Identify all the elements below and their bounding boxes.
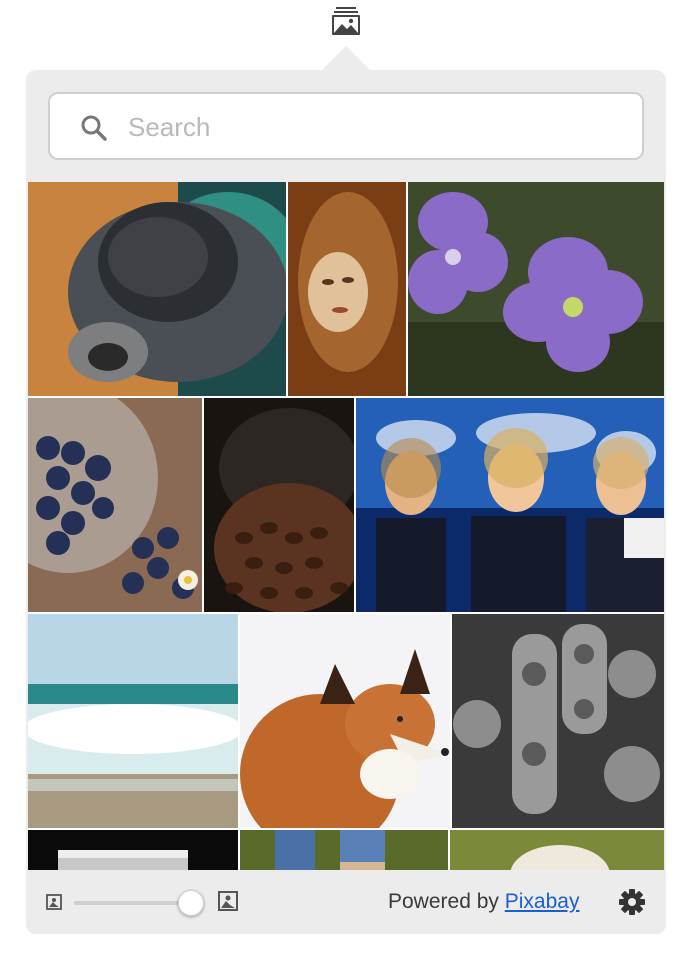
image-grid	[28, 182, 664, 870]
search-box[interactable]	[48, 92, 644, 160]
powered-by-text: Powered by Pixabay	[388, 890, 579, 914]
gear-icon[interactable]	[618, 888, 646, 916]
image-call-center[interactable]	[356, 398, 664, 612]
popover-arrow	[322, 46, 370, 70]
image-search-popover: Powered by Pixabay	[26, 70, 666, 934]
image-glass[interactable]	[28, 830, 238, 870]
image-fox[interactable]	[240, 614, 450, 828]
image-purple-flowers[interactable]	[408, 182, 664, 396]
search-icon	[81, 115, 107, 141]
image-fly[interactable]	[28, 182, 286, 396]
image-coffee-beans[interactable]	[204, 398, 354, 612]
slider-knob[interactable]	[178, 890, 204, 916]
powered-by-label: Powered by	[388, 890, 499, 913]
image-sea-waves[interactable]	[28, 614, 238, 828]
pixabay-link[interactable]: Pixabay	[505, 890, 580, 913]
large-image-icon[interactable]	[218, 891, 238, 911]
small-image-icon[interactable]	[46, 894, 62, 910]
footer-bar: Powered by Pixabay	[26, 870, 666, 934]
image-chain[interactable]	[452, 614, 664, 828]
image-stack-icon[interactable]	[331, 6, 361, 36]
search-input[interactable]	[126, 106, 610, 148]
image-blueberries[interactable]	[28, 398, 202, 612]
image-woman-portrait[interactable]	[288, 182, 406, 396]
image-jeans[interactable]	[240, 830, 448, 870]
image-dog[interactable]	[450, 830, 664, 870]
